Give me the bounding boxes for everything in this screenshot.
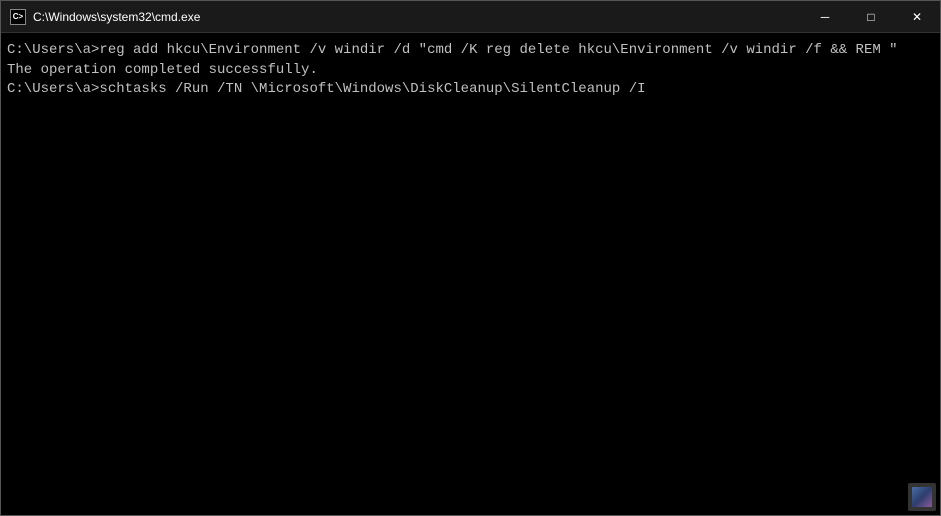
cmd-app-icon: C> xyxy=(10,9,26,25)
terminal-line-2: The operation completed successfully. xyxy=(7,61,934,81)
minimize-button[interactable]: ─ xyxy=(802,1,848,33)
maximize-button[interactable]: □ xyxy=(848,1,894,33)
close-button[interactable]: ✕ xyxy=(894,1,940,33)
cmd-window: C> C:\Windows\system32\cmd.exe ─ □ ✕ C:\… xyxy=(0,0,941,516)
window-icon: C> xyxy=(9,8,27,26)
window-controls: ─ □ ✕ xyxy=(802,1,940,33)
system-tray-icon xyxy=(908,483,936,511)
terminal-body[interactable]: C:\Users\a>reg add hkcu\Environment /v w… xyxy=(1,33,940,515)
title-bar: C> C:\Windows\system32\cmd.exe ─ □ ✕ xyxy=(1,1,940,33)
window-title: C:\Windows\system32\cmd.exe xyxy=(33,10,932,24)
terminal-line-1: C:\Users\a>reg add hkcu\Environment /v w… xyxy=(7,41,934,61)
terminal-line-4: C:\Users\a>schtasks /Run /TN \Microsoft\… xyxy=(7,80,934,100)
